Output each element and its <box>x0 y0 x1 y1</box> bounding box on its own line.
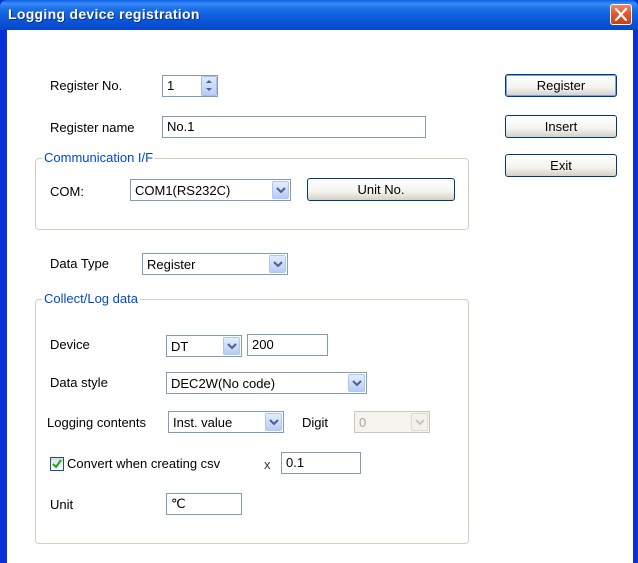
communication-group-title: Communication I/F <box>42 150 156 165</box>
device-label: Device <box>50 337 90 352</box>
digit-value: 0 <box>359 415 367 430</box>
exit-button[interactable]: Exit <box>505 154 617 177</box>
insert-button[interactable]: Insert <box>505 115 617 138</box>
logging-contents-value: Inst. value <box>173 415 233 430</box>
unit-input[interactable]: ℃ <box>166 493 242 515</box>
logging-contents-select[interactable]: Inst. value <box>168 411 284 433</box>
chevron-down-icon <box>227 343 237 350</box>
data-type-dropdown-button[interactable] <box>269 255 286 273</box>
chevron-down-icon <box>269 419 279 426</box>
com-select[interactable]: COM1(RS232C) <box>130 179 291 201</box>
window-title: Logging device registration <box>8 6 200 22</box>
device-type-value: DT <box>171 339 189 354</box>
logging-contents-label: Logging contents <box>47 415 147 430</box>
chevron-down-icon <box>415 419 425 426</box>
close-icon <box>614 8 628 21</box>
register-no-label: Register No. <box>50 78 123 93</box>
device-address-input[interactable]: 200 <box>247 334 328 356</box>
register-name-label: Register name <box>50 120 135 135</box>
digit-select[interactable]: 0 <box>354 411 430 433</box>
register-no-spinner[interactable] <box>201 76 217 96</box>
check-icon <box>52 459 62 469</box>
register-name-input[interactable]: No.1 <box>162 116 426 138</box>
data-style-select[interactable]: DEC2W(No code) <box>166 372 367 394</box>
chevron-down-icon <box>276 187 286 194</box>
data-style-dropdown-button[interactable] <box>348 374 365 392</box>
data-style-value: DEC2W(No code) <box>171 376 276 391</box>
chevron-down-icon <box>273 261 283 268</box>
close-button[interactable] <box>610 4 632 25</box>
unit-no-button[interactable]: Unit No. <box>307 178 455 201</box>
collect-log-group-title: Collect/Log data <box>42 291 140 306</box>
device-type-select[interactable]: DT <box>166 335 242 357</box>
data-style-label: Data style <box>50 375 108 390</box>
convert-label[interactable]: Convert when creating csv <box>67 456 220 471</box>
spin-up-icon[interactable] <box>202 77 216 86</box>
dialog-body: Register No. 1 Register name No.1 Commun… <box>6 30 633 563</box>
convert-factor-input[interactable]: 0.1 <box>281 452 361 474</box>
com-dropdown-button[interactable] <box>272 181 289 199</box>
com-label: COM: <box>50 184 84 199</box>
multiplier-symbol: x <box>264 457 271 472</box>
convert-checkbox[interactable] <box>50 457 64 471</box>
spin-down-icon[interactable] <box>202 86 216 95</box>
dialog-window: Logging device registration Register No.… <box>0 0 638 563</box>
title-bar[interactable]: Logging device registration <box>0 0 638 30</box>
data-type-label: Data Type <box>50 256 110 271</box>
digit-label: Digit <box>302 415 329 430</box>
com-select-value: COM1(RS232C) <box>135 183 231 198</box>
logging-contents-dropdown-button[interactable] <box>265 413 282 431</box>
register-button[interactable]: Register <box>505 74 617 97</box>
device-type-dropdown-button[interactable] <box>223 337 240 355</box>
digit-dropdown-button[interactable] <box>411 413 428 431</box>
unit-label: Unit <box>50 497 74 512</box>
data-type-value: Register <box>147 257 196 272</box>
data-type-select[interactable]: Register <box>142 253 288 275</box>
chevron-down-icon <box>352 380 362 387</box>
